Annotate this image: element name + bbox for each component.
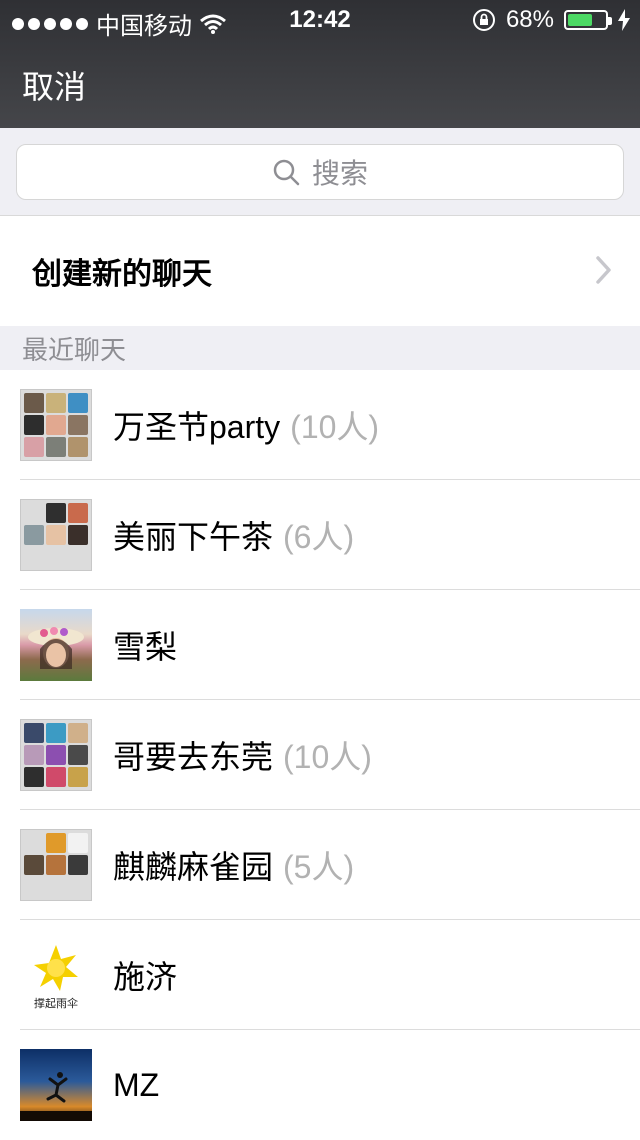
photo-avatar [20, 609, 92, 681]
battery-fill [568, 14, 592, 26]
chat-name-cell: 万圣节party (10人) [113, 370, 379, 480]
status-bar: 中国移动 12:42 68% [0, 0, 640, 40]
chat-row[interactable]: 撑起雨伞 施济 [0, 920, 640, 1030]
umbrella-logo-text: 撑起雨伞 [34, 996, 78, 1010]
chat-name: 哥要去东莞 [113, 739, 274, 775]
search-input[interactable]: 搜索 [16, 144, 624, 200]
chat-row[interactable]: 哥要去东莞 (10人) [0, 700, 640, 810]
chat-name: 施济 [113, 959, 178, 995]
chat-row[interactable]: 麒麟麻雀园 (5人) [0, 810, 640, 920]
cancel-button[interactable]: 取消 [22, 62, 86, 108]
status-right: 68% [472, 6, 630, 34]
chevron-right-icon [596, 256, 611, 284]
chat-name-cell: 施济 [113, 920, 177, 1030]
chat-row[interactable]: 美丽下午茶 (6人) [0, 480, 640, 590]
create-new-chat-label: 创建新的聊天 [32, 258, 212, 291]
battery-icon [564, 10, 612, 30]
chat-name: 美丽下午茶 [113, 519, 274, 555]
group-grid-avatar [20, 719, 92, 791]
recent-chats-header: 最近聊天 [0, 326, 640, 370]
recent-chat-list: 万圣节party (10人) 美丽下午茶 (6人) 雪梨 哥要去东莞 (10人)… [0, 370, 640, 1140]
battery-percent: 68% [505, 6, 554, 33]
chat-name-cell: 麒麟麻雀园 (5人) [113, 810, 354, 920]
person-photo-icon [28, 627, 84, 669]
search-placeholder: 搜索 [311, 158, 368, 189]
rotation-lock-icon [472, 9, 495, 31]
chat-name-cell: 哥要去东莞 (10人) [113, 700, 372, 810]
search-area: 搜索 [0, 128, 640, 216]
chat-name-cell: 雪梨 [113, 590, 177, 700]
chat-name-cell: 美丽下午茶 (6人) [113, 480, 354, 590]
chat-row[interactable]: MZ [0, 1030, 640, 1140]
chat-name: 麒麟麻雀园 [113, 849, 274, 885]
chat-name: MZ [113, 1066, 160, 1103]
create-new-chat-row[interactable]: 创建新的聊天 [0, 216, 640, 326]
charging-bolt-icon [618, 9, 630, 31]
member-count: (5人) [283, 849, 355, 885]
chat-name: 万圣节party [113, 409, 281, 445]
chat-name: 雪梨 [113, 629, 178, 665]
group-grid-avatar [20, 499, 92, 571]
member-count: (10人) [290, 409, 380, 445]
umbrella-logo-avatar: 撑起雨伞 [20, 939, 92, 1011]
group-grid-avatar [20, 829, 92, 901]
jumping-person-icon [20, 1072, 92, 1121]
sunset-photo-avatar [20, 1049, 92, 1121]
chat-row[interactable]: 雪梨 [0, 590, 640, 700]
group-grid-avatar [20, 389, 92, 461]
chat-row[interactable]: 万圣节party (10人) [0, 370, 640, 480]
search-icon [273, 159, 300, 186]
top-bar: 中国移动 12:42 68% 取消 [0, 0, 640, 128]
member-count: (10人) [283, 739, 372, 775]
member-count: (6人) [283, 519, 355, 555]
umbrella-icon [34, 945, 78, 991]
chat-name-cell: MZ [113, 1030, 159, 1140]
